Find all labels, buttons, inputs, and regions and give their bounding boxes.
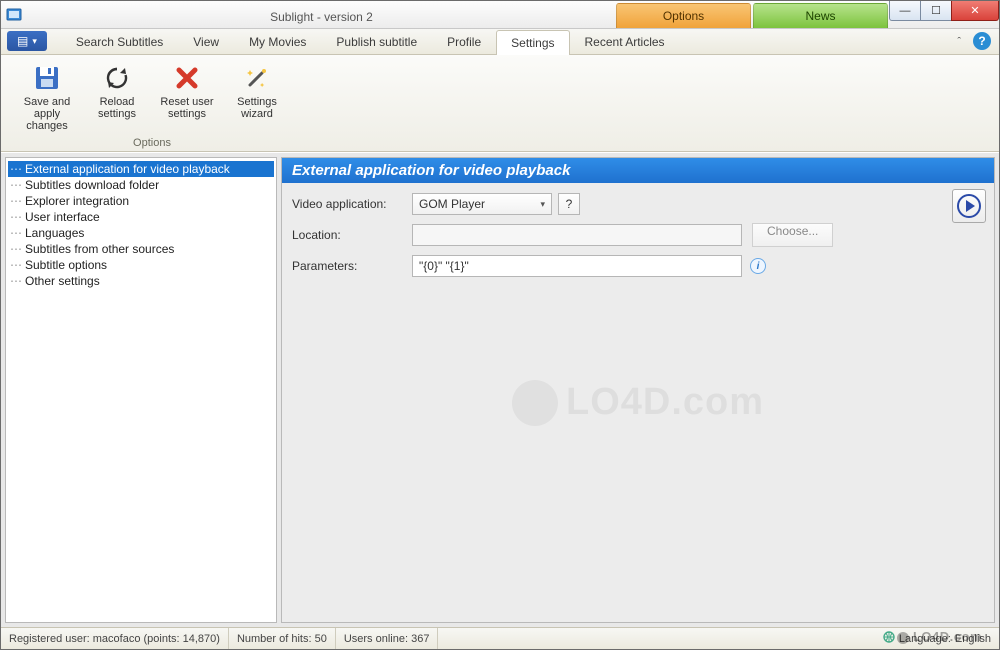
ribbon-tab-my-movies[interactable]: My Movies <box>234 29 321 54</box>
ribbon-tab-profile[interactable]: Profile <box>432 29 496 54</box>
ribbon-save-apply-button[interactable]: Save andapply changes <box>15 59 79 135</box>
ribbon-reload-label: Reloadsettings <box>98 96 136 120</box>
play-icon <box>957 194 981 218</box>
tree-bullet-icon: ⋯ <box>10 258 22 272</box>
settings-pane: External application for video playback … <box>281 157 995 623</box>
save-apply-icon <box>31 62 63 94</box>
video-app-help-button[interactable]: ? <box>558 193 580 215</box>
minimize-button[interactable]: — <box>889 1 921 21</box>
reload-icon <box>101 62 133 94</box>
info-icon[interactable]: i <box>750 258 766 274</box>
tree-item-subtitles-from-other-sources[interactable]: ⋯Subtitles from other sources <box>8 241 274 257</box>
settings-wizard-icon <box>241 62 273 94</box>
parameters-label: Parameters: <box>292 259 412 273</box>
location-input[interactable] <box>412 224 742 246</box>
file-menu-chevron-icon: ▾ <box>32 36 37 47</box>
tree-bullet-icon: ⋯ <box>10 242 22 256</box>
status-user: Registered user: macofaco (points: 14,87… <box>1 628 229 649</box>
ribbon-group-label: Options <box>15 135 289 149</box>
tree-bullet-icon: ⋯ <box>10 226 22 240</box>
status-online: Users online: 367 <box>336 628 439 649</box>
choose-button[interactable]: Choose... <box>752 223 833 247</box>
tree-item-external-application-for-video-playback[interactable]: ⋯External application for video playback <box>8 161 274 177</box>
pane-title: External application for video playback <box>282 158 994 183</box>
video-app-value: GOM Player <box>419 197 485 211</box>
file-menu-icon: ▤ <box>17 34 28 48</box>
collapse-ribbon-chevron-icon[interactable]: ˆ <box>957 36 961 48</box>
tree-bullet-icon: ⋯ <box>10 210 22 224</box>
ribbon-settings-wizard-label: Settingswizard <box>237 96 277 120</box>
ribbon-reset-user-label: Reset usersettings <box>160 96 213 120</box>
tree-item-languages[interactable]: ⋯Languages <box>8 225 274 241</box>
tree-bullet-icon: ⋯ <box>10 274 22 288</box>
ribbon-tabstrip: ▤ ▾ Search SubtitlesViewMy MoviesPublish… <box>1 29 999 55</box>
video-app-label: Video application: <box>292 197 412 211</box>
tree-item-explorer-integration[interactable]: ⋯Explorer integration <box>8 193 274 209</box>
tree-bullet-icon: ⋯ <box>10 162 22 176</box>
status-hits: Number of hits: 50 <box>229 628 336 649</box>
window-controls: — ☐ ✕ <box>890 1 999 28</box>
chevron-down-icon: ▾ <box>540 199 545 210</box>
ribbon-tab-recent-articles[interactable]: Recent Articles <box>570 29 680 54</box>
ribbon-group-options: Save andapply changes Reloadsettings Reset… <box>9 59 295 149</box>
window-title: Sublight - version 2 <box>27 6 616 24</box>
status-bar: Registered user: macofaco (points: 14,87… <box>1 627 999 649</box>
maximize-button[interactable]: ☐ <box>920 1 952 21</box>
ribbon-reset-user-button[interactable]: Reset usersettings <box>155 59 219 135</box>
status-language[interactable]: Language: English <box>875 628 999 649</box>
tree-bullet-icon: ⋯ <box>10 178 22 192</box>
app-window: Sublight - version 2 Options News — ☐ ✕ … <box>0 0 1000 650</box>
ribbon-tab-settings[interactable]: Settings <box>496 30 569 55</box>
ribbon-reload-button[interactable]: Reloadsettings <box>85 59 149 135</box>
close-button[interactable]: ✕ <box>951 1 999 21</box>
video-app-select[interactable]: GOM Player ▾ <box>412 193 552 215</box>
reset-user-icon <box>171 62 203 94</box>
location-label: Location: <box>292 228 412 242</box>
ribbon-settings-wizard-button[interactable]: Settingswizard <box>225 59 289 135</box>
tree-item-user-interface[interactable]: ⋯User interface <box>8 209 274 225</box>
ribbon-tab-publish-subtitle[interactable]: Publish subtitle <box>321 29 432 54</box>
parameters-input[interactable]: "{0}" "{1}" <box>412 255 742 277</box>
tab-group-news[interactable]: News <box>753 3 888 28</box>
app-icon <box>1 7 27 23</box>
ribbon-tab-search-subtitles[interactable]: Search Subtitles <box>61 29 178 54</box>
main-area: ⋯External application for video playback… <box>1 152 999 627</box>
settings-tree: ⋯External application for video playback… <box>5 157 277 623</box>
tree-bullet-icon: ⋯ <box>10 194 22 208</box>
globe-icon <box>883 631 895 646</box>
ribbon-save-apply-label: Save andapply changes <box>18 96 76 132</box>
file-menu-button[interactable]: ▤ ▾ <box>7 31 47 51</box>
ribbon-tab-view[interactable]: View <box>178 29 234 54</box>
tree-item-subtitle-options[interactable]: ⋯Subtitle options <box>8 257 274 273</box>
ribbon: Save andapply changes Reloadsettings Reset… <box>1 55 999 152</box>
help-icon[interactable]: ? <box>973 32 991 50</box>
titlebar: Sublight - version 2 Options News — ☐ ✕ <box>1 1 999 29</box>
watermark: LO4D.com <box>512 380 764 426</box>
play-button[interactable] <box>952 189 986 223</box>
tree-item-subtitles-download-folder[interactable]: ⋯Subtitles download folder <box>8 177 274 193</box>
tab-group-options[interactable]: Options <box>616 3 751 28</box>
tree-item-other-settings[interactable]: ⋯Other settings <box>8 273 274 289</box>
